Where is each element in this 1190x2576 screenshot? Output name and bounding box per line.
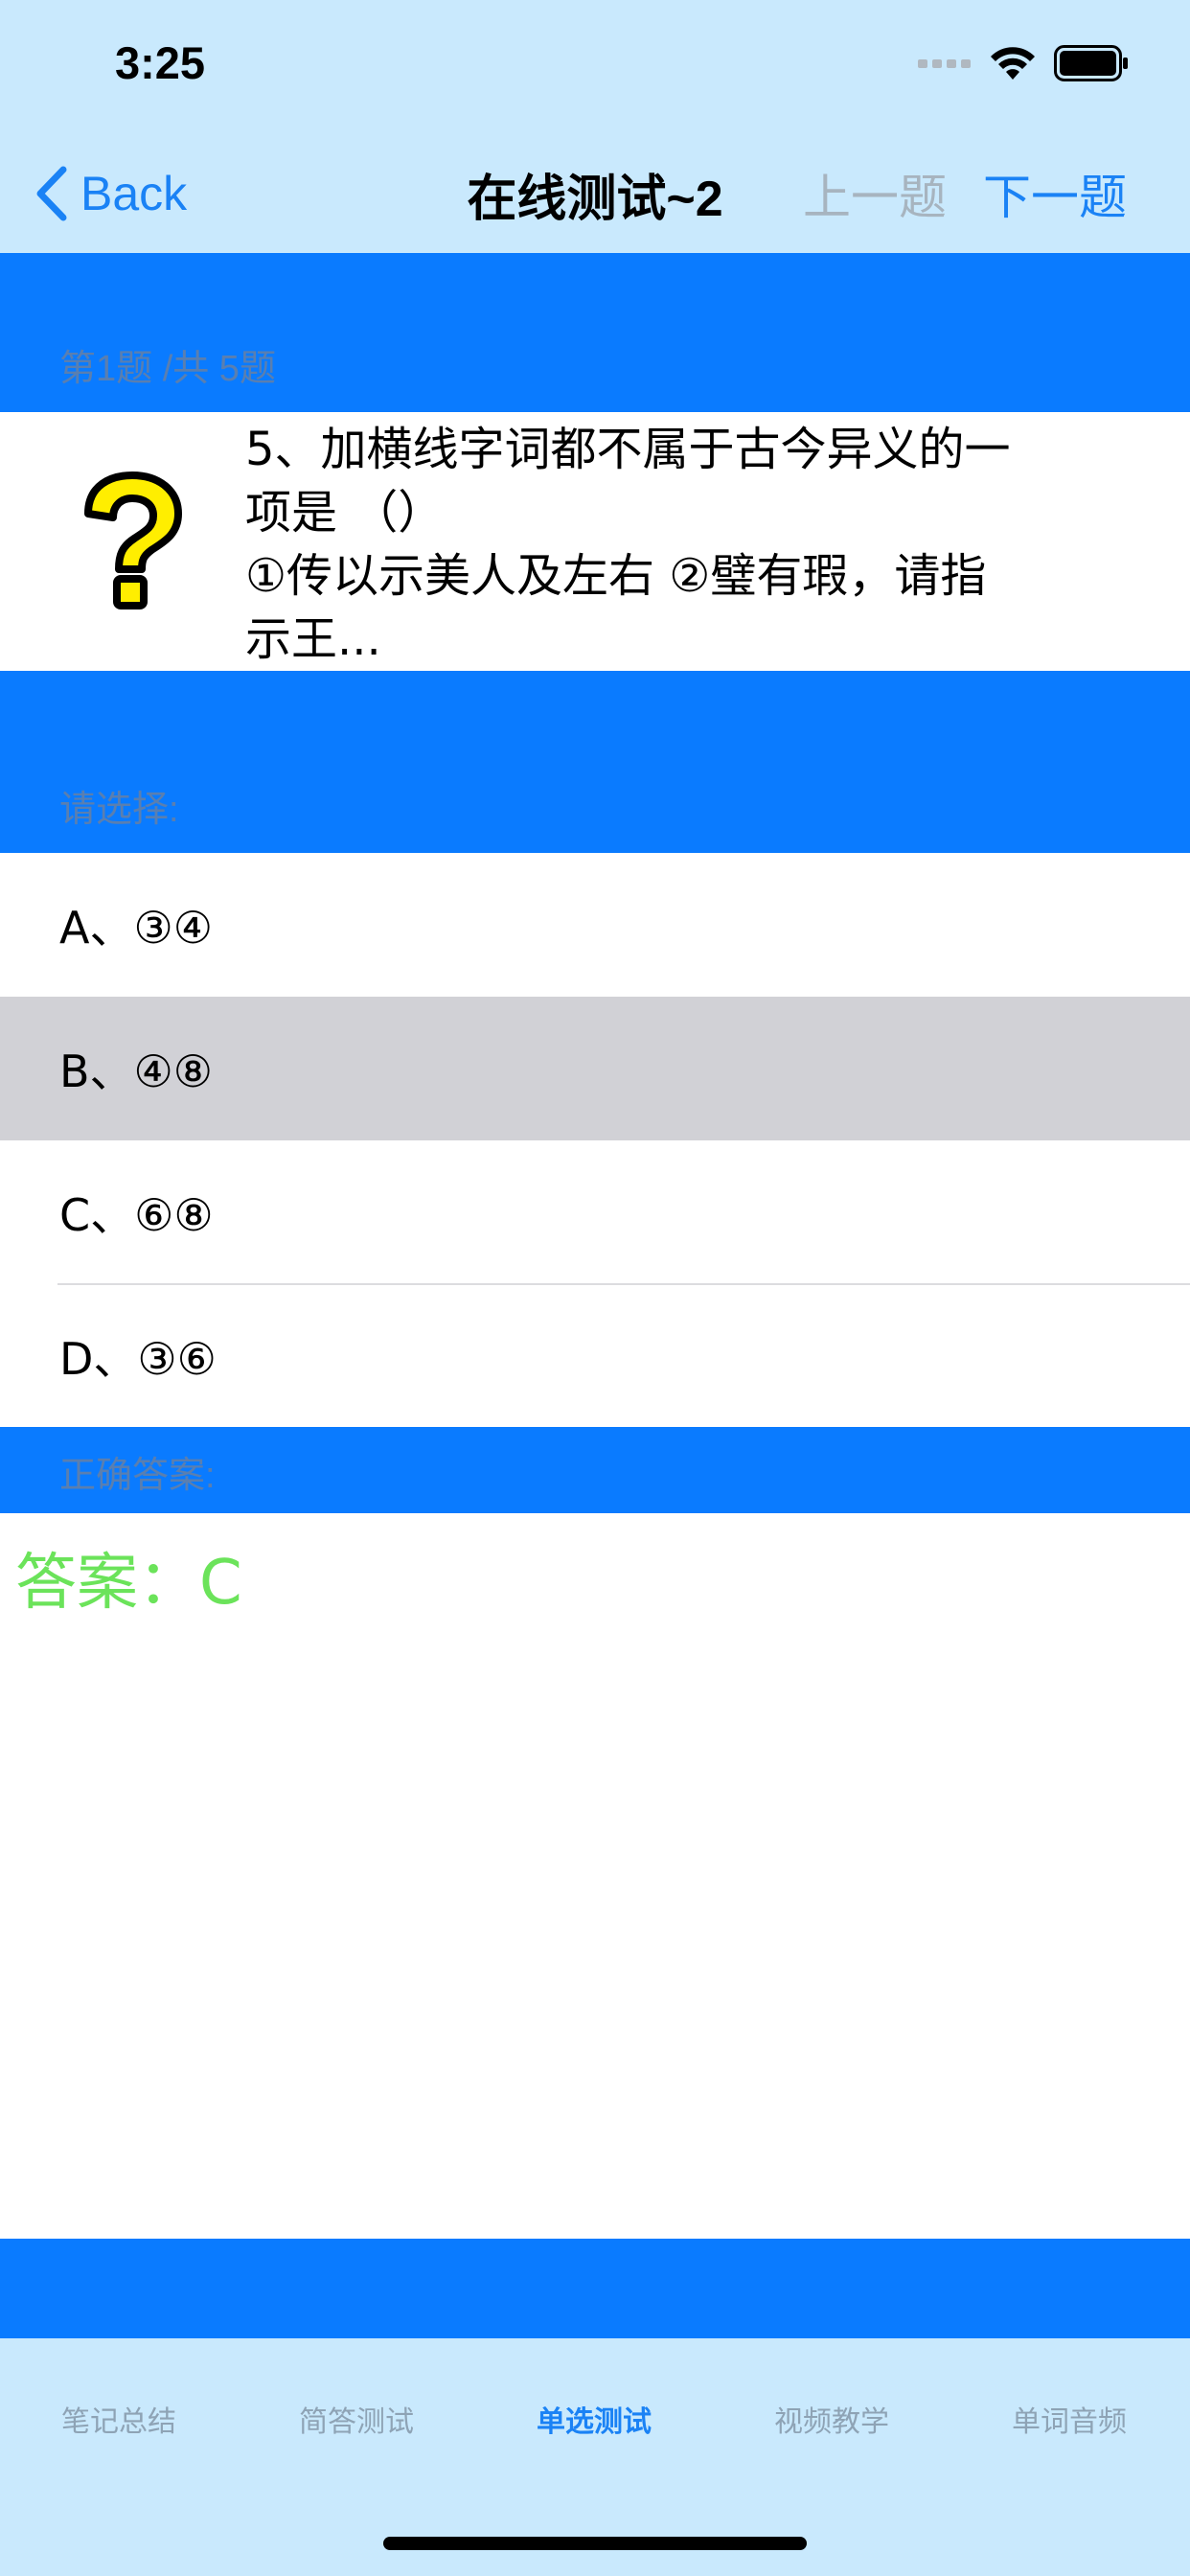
question-text-line: ①传以示美人及左右 ②璧有瑕，请指 — [245, 549, 987, 603]
option-label: C、⑥⑧ — [59, 1189, 214, 1241]
question-row: 5、加横线字词都不属于古今异义的一 项是 （） ①传以示美人及左右 ②璧有瑕，请… — [0, 412, 1190, 671]
answer-caption: 正确答案: — [59, 1456, 216, 1496]
tab-video-teaching[interactable]: 视频教学 — [713, 2390, 950, 2448]
question-text: 5、加横线字词都不属于古今异义的一 项是 （） ①传以示美人及左右 ②璧有瑕，请… — [245, 418, 1108, 671]
question-header: 第1题 /共 5题 — [0, 253, 1190, 412]
wifi-icon — [991, 47, 1035, 80]
back-label: Back — [80, 167, 188, 220]
option-label: B、④⑧ — [59, 1046, 214, 1097]
tab-word-audio[interactable]: 单词音频 — [950, 2390, 1188, 2448]
question-text-line: 项是 （） — [245, 486, 445, 540]
option-label: A、③④ — [59, 902, 213, 954]
screen: 3:25 Back 在线测试~2 上一题 下一题 第1题 /共 5题 5、加横线… — [0, 0, 1190, 2576]
battery-icon — [1054, 45, 1128, 81]
option-c[interactable]: C、⑥⑧ — [0, 1140, 1190, 1284]
answer-text: 答案：C — [15, 1548, 242, 1619]
option-label: D、③⑥ — [59, 1333, 217, 1385]
option-a[interactable]: A、③④ — [0, 853, 1190, 997]
option-b[interactable]: B、④⑧ — [0, 997, 1190, 1140]
options-prompt: 请选择: — [59, 790, 179, 830]
signal-icon — [918, 59, 971, 68]
question-text-line: 示王... — [245, 612, 381, 666]
question-counter: 第1题 /共 5题 — [59, 349, 276, 389]
next-question-button[interactable]: 下一题 — [983, 157, 1127, 230]
tab-single-choice-test[interactable]: 单选测试 — [475, 2390, 713, 2448]
question-text-line: 5、加横线字词都不属于古今异义的一 — [245, 423, 1011, 476]
back-button[interactable]: Back — [34, 157, 187, 230]
status-time: 3:25 — [115, 37, 206, 88]
tab-short-answer-test[interactable]: 简答测试 — [238, 2390, 475, 2448]
nav-bar: Back 在线测试~2 上一题 下一题 — [0, 134, 1190, 253]
question-mark-icon — [84, 472, 182, 610]
bottom-band — [0, 2239, 1190, 2338]
tab-notes-summary[interactable]: 笔记总结 — [0, 2390, 238, 2448]
option-d[interactable]: D、③⑥ — [0, 1285, 1190, 1427]
home-indicator[interactable] — [383, 2537, 807, 2550]
previous-question-button[interactable]: 上一题 — [803, 157, 947, 230]
chevron-left-icon — [36, 166, 67, 221]
options-header: 请选择: — [0, 671, 1190, 853]
answer-header: 正确答案: — [0, 1427, 1190, 1513]
status-bar: 3:25 — [0, 0, 1190, 134]
status-icons — [918, 42, 1129, 84]
